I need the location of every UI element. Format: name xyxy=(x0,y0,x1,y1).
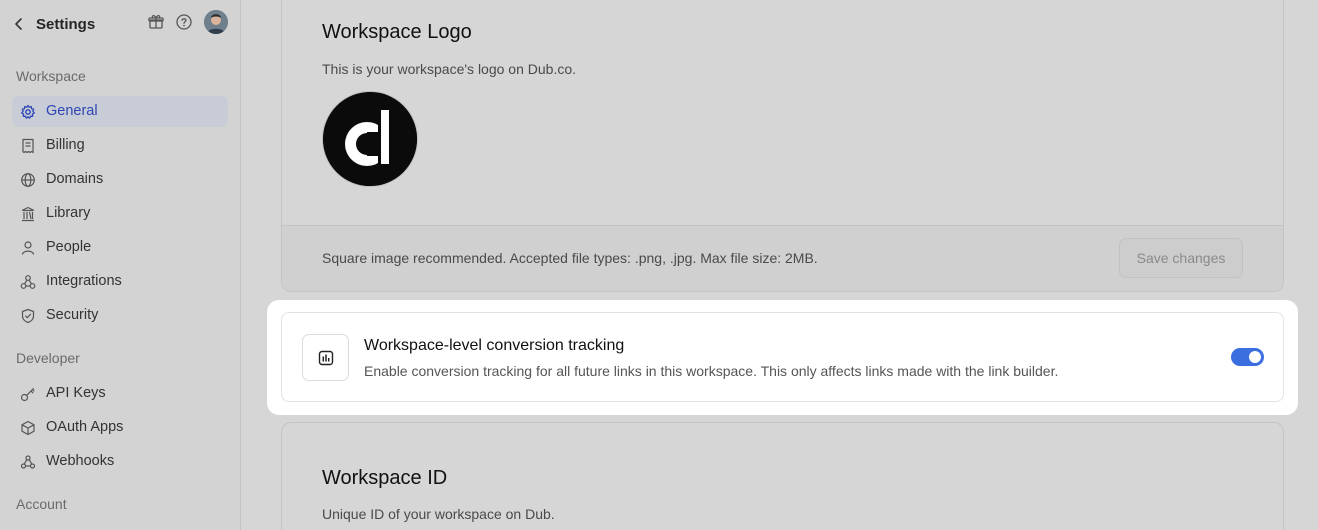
sidebar-item-security[interactable]: Security xyxy=(12,300,228,331)
gear-icon xyxy=(21,104,35,119)
card-description: This is your workspace's logo on Dub.co. xyxy=(322,61,577,77)
sidebar-item-webhooks[interactable]: Webhooks xyxy=(12,446,228,477)
receipt-icon xyxy=(22,138,34,154)
conversion-tracking-card: Workspace-level conversion tracking Enab… xyxy=(281,312,1284,402)
workspace-logo-card: Workspace Logo This is your workspace's … xyxy=(281,0,1284,292)
sidebar-item-label: Domains xyxy=(46,171,104,187)
file-requirements-note: Square image recommended. Accepted file … xyxy=(322,250,818,266)
globe-icon xyxy=(21,173,35,187)
dub-logo-icon xyxy=(323,92,417,186)
sidebar-header: Settings xyxy=(0,0,240,46)
sidebar-item-label: People xyxy=(46,239,92,255)
webhook-icon xyxy=(20,455,36,469)
sidebar-item-billing[interactable]: Billing xyxy=(12,130,228,161)
sidebar-item-label: Billing xyxy=(46,137,85,153)
workspace-id-card: Workspace ID Unique ID of your workspace… xyxy=(281,422,1284,530)
shield-icon xyxy=(21,308,35,324)
sidebar-item-general[interactable]: General xyxy=(12,96,228,127)
sidebar-item-oauth-apps[interactable]: OAuth Apps xyxy=(12,412,228,443)
sidebar-item-label: Library xyxy=(46,205,91,221)
conversion-description: Enable conversion tracking for all futur… xyxy=(364,363,1059,379)
avatar[interactable] xyxy=(204,10,228,34)
conversion-tracking-toggle[interactable] xyxy=(1231,348,1264,366)
integrations-icon xyxy=(20,275,36,289)
highlight-panel: Workspace-level conversion tracking Enab… xyxy=(267,300,1298,415)
sidebar-item-label: API Keys xyxy=(46,385,106,401)
help-icon[interactable] xyxy=(175,13,193,31)
avatar-image xyxy=(204,10,228,34)
chevron-left-icon xyxy=(15,18,22,30)
workspace-logo-upload[interactable] xyxy=(322,91,418,187)
sidebar-item-label: Integrations xyxy=(46,273,122,289)
user-icon xyxy=(21,241,35,255)
card-title: Workspace ID xyxy=(322,467,448,489)
chart-icon xyxy=(318,350,333,365)
key-icon xyxy=(20,387,35,402)
library-icon xyxy=(21,206,35,222)
save-changes-button[interactable]: Save changes xyxy=(1119,238,1243,278)
sidebar-item-library[interactable]: Library xyxy=(12,198,228,229)
card-footer: Square image recommended. Accepted file … xyxy=(282,225,1283,291)
sidebar-item-label: Security xyxy=(46,307,99,323)
section-title-developer: Developer xyxy=(16,350,80,366)
gift-icon[interactable] xyxy=(147,13,165,31)
back-button[interactable]: Settings xyxy=(12,14,95,34)
cube-icon xyxy=(21,420,35,436)
toggle-knob xyxy=(1249,351,1261,363)
conversion-icon-box xyxy=(302,334,349,381)
sidebar-item-label: OAuth Apps xyxy=(46,419,124,435)
conversion-title: Workspace-level conversion tracking xyxy=(364,337,625,354)
sidebar-item-api-keys[interactable]: API Keys xyxy=(12,378,228,409)
sidebar-item-label: Webhooks xyxy=(46,453,115,469)
sidebar-item-domains[interactable]: Domains xyxy=(12,164,228,195)
settings-sidebar: Settings Workspace General Billing Domai… xyxy=(0,0,241,530)
card-description: Unique ID of your workspace on Dub. xyxy=(322,506,555,522)
back-label: Settings xyxy=(36,15,96,33)
card-title: Workspace Logo xyxy=(322,21,472,43)
sidebar-item-label: General xyxy=(46,103,98,119)
section-title-account: Account xyxy=(16,496,67,512)
sidebar-item-integrations[interactable]: Integrations xyxy=(12,266,228,297)
sidebar-item-people[interactable]: People xyxy=(12,232,228,263)
section-title-workspace: Workspace xyxy=(16,68,86,84)
